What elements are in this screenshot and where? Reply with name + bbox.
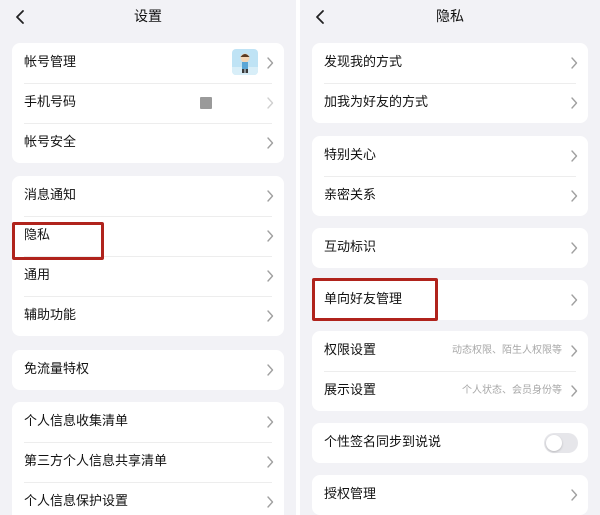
signature-sync-row: 个性签名同步到说说 [312,423,588,463]
third-party-sharing-list-row[interactable]: 第三方个人信息共享清单 [12,442,284,482]
row-label: 第三方个人信息共享清单 [24,454,168,469]
signature-sync-toggle[interactable] [544,433,578,453]
authorization-management-row[interactable]: 授权管理 [312,475,588,515]
row-label: 单向好友管理 [324,292,403,307]
permission-settings-row[interactable]: 权限设置 动态权限、陌生人权限等 [312,331,588,371]
phone-number-row[interactable]: 手机号码 [12,83,284,123]
data-free-privilege-row[interactable]: 免流量特权 [12,350,284,390]
discovery-group: 发现我的方式 加我为好友的方式 [312,43,588,123]
phone-number-masked [200,97,212,109]
page-title: 设置 [134,9,162,25]
settings-panel: 设置 帐号管理 手机号码 帐号安全 消息通知 隐私 通用 辅助功能 免流量特权 … [0,0,296,515]
chevron-right-icon [571,57,578,69]
general-row[interactable]: 通用 [12,256,284,296]
row-label: 亲密关系 [324,188,377,203]
relationship-group: 特别关心 亲密关系 [312,136,588,216]
chevron-right-icon [267,496,274,508]
row-label: 互动标识 [324,240,377,255]
row-label: 个性签名同步到说说 [324,435,442,450]
chevron-right-icon [267,97,274,109]
chevron-right-icon [571,385,578,397]
one-way-friend-group: 单向好友管理 [312,280,588,320]
account-group: 帐号管理 手机号码 帐号安全 [12,43,284,163]
row-label: 权限设置 [324,343,377,358]
chevron-right-icon [571,345,578,357]
authorization-group: 授权管理 [312,475,588,515]
toggle-knob [546,435,562,451]
chevron-right-icon [267,230,274,242]
chevron-right-icon [267,137,274,149]
row-label: 免流量特权 [24,362,90,377]
permissions-group: 权限设置 动态权限、陌生人权限等 展示设置 个人状态、会员身份等 [312,331,588,411]
row-label: 个人信息收集清单 [24,414,129,429]
chevron-right-icon [571,294,578,306]
chevron-right-icon [267,416,274,428]
personal-info-group: 个人信息收集清单 第三方个人信息共享清单 个人信息保护设置 [12,402,284,515]
row-label: 特别关心 [324,148,377,163]
chevron-right-icon [267,270,274,282]
interaction-badge-row[interactable]: 互动标识 [312,228,588,268]
display-settings-row[interactable]: 展示设置 个人状态、会员身份等 [312,371,588,411]
close-relationship-row[interactable]: 亲密关系 [312,176,588,216]
account-management-row[interactable]: 帐号管理 [12,43,284,83]
row-subtitle: 个人状态、会员身份等 [462,385,562,396]
row-label: 消息通知 [24,188,77,203]
chevron-right-icon [267,364,274,376]
chevron-right-icon [571,489,578,501]
find-me-methods-row[interactable]: 发现我的方式 [312,43,588,83]
accessibility-row[interactable]: 辅助功能 [12,296,284,336]
row-label: 授权管理 [324,487,377,502]
page-title: 隐私 [436,9,464,25]
info-collection-list-row[interactable]: 个人信息收集清单 [12,402,284,442]
chevron-right-icon [571,190,578,202]
chevron-right-icon [571,242,578,254]
interaction-badge-group: 互动标识 [312,228,588,268]
chevron-right-icon [267,57,274,69]
row-subtitle: 动态权限、陌生人权限等 [452,345,562,356]
account-security-row[interactable]: 帐号安全 [12,123,284,163]
row-label: 手机号码 [24,95,77,110]
privacy-nav-bar: 隐私 [300,0,600,34]
chevron-right-icon [571,97,578,109]
row-label: 发现我的方式 [324,55,403,70]
privacy-row[interactable]: 隐私 [12,216,284,256]
row-label: 展示设置 [324,383,377,398]
row-label: 加我为好友的方式 [324,95,429,110]
add-friend-methods-row[interactable]: 加我为好友的方式 [312,83,588,123]
signature-sync-group: 个性签名同步到说说 [312,423,588,463]
notifications-row[interactable]: 消息通知 [12,176,284,216]
one-way-friend-management-row[interactable]: 单向好友管理 [312,280,588,320]
row-label: 帐号安全 [24,135,77,150]
data-free-group: 免流量特权 [12,350,284,390]
chevron-right-icon [267,190,274,202]
row-label: 隐私 [24,228,51,243]
chevron-right-icon [267,310,274,322]
special-care-row[interactable]: 特别关心 [312,136,588,176]
settings-nav-bar: 设置 [0,0,296,34]
chevron-right-icon [571,150,578,162]
privacy-panel: 隐私 发现我的方式 加我为好友的方式 特别关心 亲密关系 互动标识 单向好友管理… [300,0,600,515]
row-label: 辅助功能 [24,308,77,323]
row-label: 通用 [24,268,51,283]
avatar [232,49,258,75]
row-label: 帐号管理 [24,55,77,70]
row-label: 个人信息保护设置 [24,494,129,509]
general-group: 消息通知 隐私 通用 辅助功能 [12,176,284,336]
info-protection-settings-row[interactable]: 个人信息保护设置 [12,482,284,515]
chevron-right-icon [267,456,274,468]
